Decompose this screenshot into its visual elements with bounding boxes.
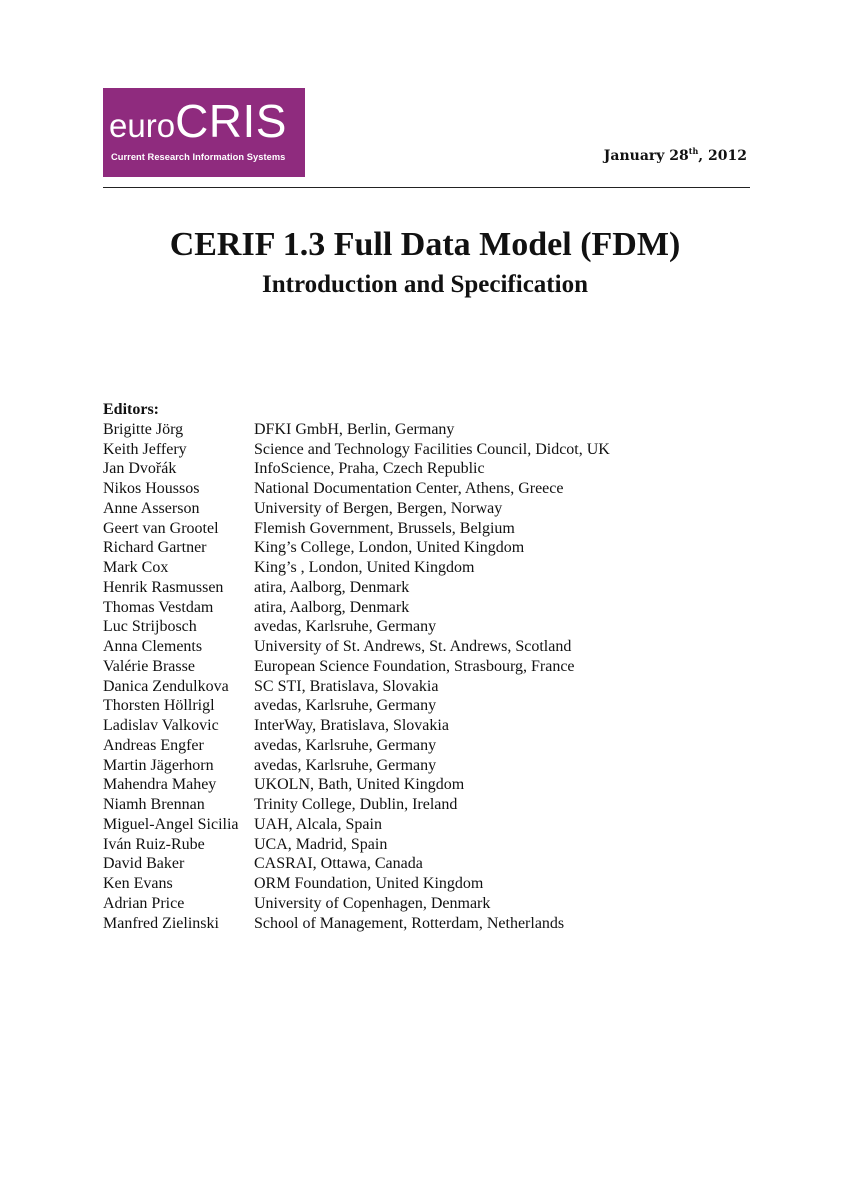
- editor-affiliation: InfoScience, Praha, Czech Republic: [254, 460, 485, 478]
- document-subtitle: Introduction and Specification: [262, 271, 588, 298]
- editor-affiliation: King’s , London, United Kingdom: [254, 559, 475, 576]
- editor-row: David Baker CASRAI, Ottawa, Canada: [103, 854, 610, 874]
- editor-row: Luc Strijbosch avedas, Karlsruhe, Germany: [103, 617, 610, 637]
- editor-affiliation: Science and Technology Facilities Counci…: [254, 440, 610, 458]
- date-month-day: January 28: [603, 148, 689, 164]
- editor-name: Anne Asserson: [103, 499, 200, 517]
- editor-row: Nikos Houssos National Documentation Cent…: [103, 479, 610, 499]
- editor-row: Iván Ruiz-Rube UCA, Madrid, Spain: [103, 835, 610, 855]
- editor-affiliation: Flemish Government, Brussels, Belgium: [254, 519, 515, 537]
- editor-name: Brigitte Jörg: [103, 420, 184, 438]
- editor-name: Thomas Vestdam: [103, 598, 214, 616]
- document-title: CERIF 1.3 Full Data Model (FDM): [169, 226, 681, 263]
- editor-affiliation: InterWay, Bratislava, Slovakia: [254, 717, 449, 734]
- editor-name: Thorsten Höllrigl: [103, 697, 215, 715]
- editor-row: Andreas Engfer avedas, Karlsruhe, Germany: [103, 736, 610, 756]
- editor-affiliation: University of Bergen, Bergen, Norway: [254, 499, 503, 517]
- editor-affiliation: University of Copenhagen, Denmark: [254, 894, 491, 912]
- date-ordinal-suffix: th: [688, 146, 699, 156]
- editor-row: Thomas Vestdam atira, Aalborg, Denmark: [103, 598, 610, 618]
- editor-name: Mahendra Mahey: [103, 776, 217, 794]
- editor-row: Ladislav Valkovic InterWay, Bratislava, S…: [103, 716, 610, 736]
- editor-name: Miguel-Angel Sicilia: [103, 815, 239, 833]
- editor-affiliation: SC STI, Bratislava, Slovakia: [254, 677, 439, 695]
- document-date: January 28th, 2012: [603, 146, 747, 164]
- editor-affiliation: University of St. Andrews, St. Andrews, …: [254, 638, 572, 655]
- editor-affiliation: UKOLN, Bath, United Kingdom: [254, 776, 465, 794]
- editor-name: Keith Jeffery: [103, 440, 187, 458]
- editor-affiliation: atira, Aalborg, Denmark: [254, 578, 410, 596]
- editor-row: Manfred Zielinski School of Management, R…: [103, 914, 610, 934]
- editor-row: Miguel-Angel Sicilia UAH, Alcala, Spain: [103, 815, 610, 835]
- eurocris-logo: euroCRIS Current Research Information Sy…: [103, 88, 305, 177]
- editor-affiliation: National Documentation Center, Athens, G…: [254, 480, 564, 497]
- editor-name: Martin Jägerhorn: [103, 756, 214, 774]
- editor-name: Jan Dvořák: [103, 460, 177, 478]
- date-year: , 2012: [698, 148, 747, 164]
- editor-name: Iván Ruiz-Rube: [103, 835, 205, 853]
- editor-affiliation: UCA, Madrid, Spain: [254, 835, 388, 853]
- editor-row: Anne Asserson University of Bergen, Berge…: [103, 499, 610, 519]
- editor-name: Danica Zendulkova: [103, 677, 229, 695]
- editor-name: Nikos Houssos: [103, 480, 200, 497]
- editor-name: Mark Cox: [103, 559, 169, 576]
- header-divider: [103, 187, 750, 188]
- editor-row: Danica Zendulkova SC STI, Bratislava, Slo…: [103, 677, 610, 697]
- editor-affiliation: CASRAI, Ottawa, Canada: [254, 855, 423, 873]
- editor-row: Mahendra Mahey UKOLN, Bath, United Kingdo…: [103, 775, 610, 795]
- logo-tagline: Current Research Information Systems: [111, 152, 286, 162]
- editor-row: Valérie Brasse European Science Foundatio…: [103, 657, 610, 677]
- editor-affiliation: avedas, Karlsruhe, Germany: [254, 618, 437, 636]
- editors-list: Brigitte Jörg DFKI GmbH, Berlin, Germany K…: [103, 420, 610, 934]
- editor-name: Manfred Zielinski: [103, 914, 219, 932]
- editor-name: Niamh Brennan: [103, 796, 205, 813]
- editor-row: Jan Dvořák InfoScience, Praha, Czech Repu…: [103, 459, 610, 479]
- editor-name: Andreas Engfer: [103, 736, 204, 754]
- logo-word-prefix: euro: [109, 107, 176, 144]
- editor-affiliation: UAH, Alcala, Spain: [254, 815, 382, 833]
- editor-name: Valérie Brasse: [103, 657, 195, 675]
- editor-affiliation: Trinity College, Dublin, Ireland: [254, 796, 458, 813]
- editor-row: Anna Clements University of St. Andrews, …: [103, 637, 610, 657]
- editor-row: Henrik Rasmussen atira, Aalborg, Denmark: [103, 578, 610, 598]
- editor-row: Mark Cox King’s , London, United Kingdom: [103, 558, 610, 578]
- editor-row: Keith Jeffery Science and Technology Faci…: [103, 440, 610, 460]
- editor-name: Ken Evans: [103, 875, 173, 892]
- editors-heading: Editors:: [103, 401, 159, 418]
- editor-affiliation: avedas, Karlsruhe, Germany: [254, 697, 437, 715]
- editor-row: Brigitte Jörg DFKI GmbH, Berlin, Germany: [103, 420, 610, 440]
- logo-word-main: CRIS: [175, 95, 287, 147]
- editor-affiliation: ORM Foundation, United Kingdom: [254, 875, 484, 892]
- editor-name: Ladislav Valkovic: [103, 717, 219, 734]
- editor-row: Geert van Grootel Flemish Government, Bru…: [103, 519, 610, 539]
- editor-row: Adrian Price University of Copenhagen, De…: [103, 894, 610, 914]
- editor-row: Thorsten Höllrigl avedas, Karlsruhe, Germ…: [103, 696, 610, 716]
- editor-name: Luc Strijbosch: [103, 618, 197, 636]
- editor-affiliation: School of Management, Rotterdam, Netherl…: [254, 914, 565, 932]
- editor-affiliation: avedas, Karlsruhe, Germany: [254, 736, 437, 754]
- editor-affiliation: European Science Foundation, Strasbourg,…: [254, 657, 575, 675]
- editor-affiliation: atira, Aalborg, Denmark: [254, 598, 410, 616]
- logo-wordmark: euroCRIS: [109, 98, 287, 144]
- editors-section: Editors: Brigitte Jörg DFKI GmbH, Berlin,…: [103, 400, 610, 933]
- editor-affiliation: avedas, Karlsruhe, Germany: [254, 756, 437, 774]
- editor-name: Anna Clements: [103, 638, 203, 655]
- editor-row: Niamh Brennan Trinity College, Dublin, Ir…: [103, 795, 610, 815]
- editor-name: David Baker: [103, 855, 185, 873]
- editor-row: Richard Gartner King’s College, London, U…: [103, 538, 610, 558]
- editor-name: Adrian Price: [103, 894, 185, 912]
- editor-name: Geert van Grootel: [103, 519, 219, 537]
- editor-row: Ken Evans ORM Foundation, United Kingdom: [103, 874, 610, 894]
- editor-affiliation: King’s College, London, United Kingdom: [254, 539, 525, 557]
- editor-name: Henrik Rasmussen: [103, 578, 224, 596]
- editor-row: Martin Jägerhorn avedas, Karlsruhe, Germa…: [103, 756, 610, 776]
- editor-name: Richard Gartner: [103, 539, 207, 557]
- editor-affiliation: DFKI GmbH, Berlin, Germany: [254, 420, 455, 438]
